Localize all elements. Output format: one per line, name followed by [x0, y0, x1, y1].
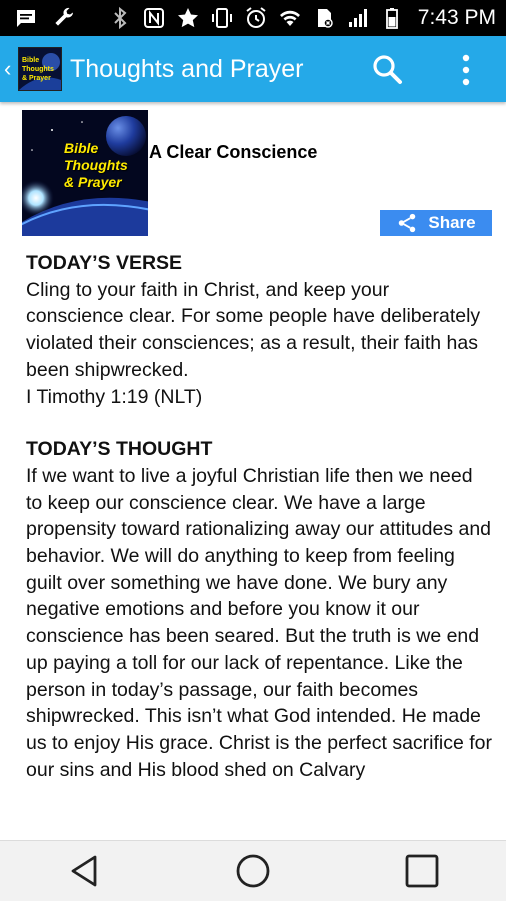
- recents-icon: [405, 854, 439, 888]
- overflow-menu-icon[interactable]: [452, 52, 480, 88]
- app-icon-graphic: Bible Thoughts & Prayer: [19, 48, 61, 90]
- article-content[interactable]: Bible Thoughts & Prayer A Clear Conscien…: [0, 102, 506, 840]
- svg-text:Bible: Bible: [22, 57, 39, 64]
- search-icon[interactable]: [370, 52, 406, 88]
- message-icon: [14, 6, 38, 30]
- status-time: 7:43 PM: [417, 6, 496, 29]
- thought-text: If we want to live a joyful Christian li…: [26, 464, 493, 781]
- nav-home-button[interactable]: [223, 849, 283, 893]
- post-body: TODAY’S VERSE Cling to your faith in Chr…: [26, 250, 492, 783]
- up-caret-icon[interactable]: ‹: [4, 58, 14, 80]
- thumbnail-line: & Prayer: [64, 174, 122, 190]
- signal-icon: [346, 6, 370, 30]
- post-thumbnail: Bible Thoughts & Prayer: [22, 110, 148, 236]
- alarm-icon: [244, 6, 268, 30]
- wrench-icon: [52, 6, 76, 30]
- bluetooth-icon: [108, 6, 132, 30]
- nfc-icon: [142, 6, 166, 30]
- share-icon: [399, 213, 416, 233]
- battery-icon: [380, 6, 404, 30]
- app-title: Thoughts and Prayer: [70, 54, 304, 83]
- sim-icon: [312, 6, 336, 30]
- navigation-bar: [0, 840, 506, 901]
- svg-text:Thoughts: Thoughts: [22, 66, 54, 73]
- action-bar: ‹ Bible Thoughts & Prayer Thoughts and P…: [0, 36, 506, 102]
- back-icon: [71, 855, 97, 887]
- verse-heading: TODAY’S VERSE: [26, 252, 183, 274]
- vibrate-icon: [210, 6, 234, 30]
- verse-reference: I Timothy 1:19 (NLT): [26, 385, 203, 408]
- post-title: A Clear Conscience: [149, 142, 318, 162]
- share-label: Share: [428, 213, 476, 232]
- share-button[interactable]: Share: [380, 210, 492, 236]
- nav-back-button[interactable]: [54, 849, 114, 893]
- nav-recents-button[interactable]: [392, 849, 452, 893]
- status-bar: 7:43 PM: [0, 0, 506, 36]
- thumbnail-caption: Bible Thoughts & Prayer: [64, 140, 144, 191]
- verse-text: Cling to your faith in Christ, and keep …: [26, 278, 481, 381]
- home-icon: [236, 854, 270, 888]
- thumbnail-line: Bible: [64, 140, 99, 156]
- star-icon: [176, 6, 200, 30]
- thumbnail-line: Thoughts: [64, 157, 128, 173]
- svg-text:& Prayer: & Prayer: [22, 75, 51, 82]
- wifi-icon: [278, 6, 302, 30]
- thought-heading: TODAY’S THOUGHT: [26, 438, 213, 461]
- app-icon[interactable]: Bible Thoughts & Prayer: [18, 47, 62, 91]
